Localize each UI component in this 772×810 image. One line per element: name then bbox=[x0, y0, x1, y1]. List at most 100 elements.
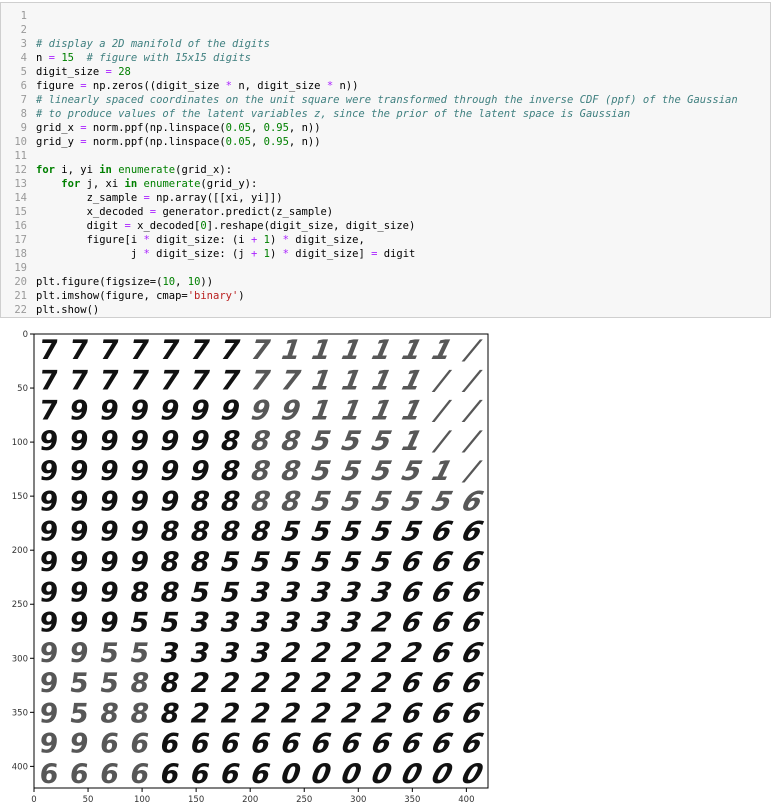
code-text: figure[i * digit_size: (i + 1) * digit_s… bbox=[36, 234, 365, 246]
code-cell[interactable]: 1 2 3 # display a 2D manifold of the digits… bbox=[0, 2, 771, 318]
code-line: 19 bbox=[1, 261, 771, 275]
line-number: 1 bbox=[20, 10, 27, 22]
code-line: 15 x_decoded = generator.predict(z_sampl… bbox=[1, 205, 771, 219]
code-text: z_sample = np.array([[xi, yi]]) bbox=[36, 192, 283, 204]
x-tick-label: 300 bbox=[350, 795, 366, 805]
code-text: digit_size = 28 bbox=[36, 66, 131, 78]
y-tick-label: 250 bbox=[12, 600, 28, 610]
digit-cell: 9 bbox=[38, 608, 60, 639]
code-line: 9 grid_x = norm.ppf(np.linspace(0.05, 0.9… bbox=[1, 121, 771, 135]
line-number: 10 bbox=[14, 136, 27, 148]
code-text: digit = x_decoded[0].reshape(digit_size,… bbox=[36, 220, 416, 232]
y-tick-label: 150 bbox=[12, 492, 28, 502]
line-number: 5 bbox=[20, 66, 27, 78]
code-editor[interactable]: 1 2 3 # display a 2D manifold of the digits… bbox=[1, 9, 771, 317]
x-tick-label: 250 bbox=[296, 795, 312, 805]
line-number: 15 bbox=[14, 206, 27, 218]
line-number: 11 bbox=[14, 150, 27, 162]
code-text: plt.show() bbox=[36, 304, 100, 316]
digit-cell: 9 bbox=[38, 577, 60, 608]
code-text: grid_y = norm.ppf(np.linspace(0.05, 0.95… bbox=[36, 136, 321, 148]
code-line: 8 # to produce values of the latent varia… bbox=[1, 107, 771, 121]
digit-cell: 7 bbox=[38, 396, 60, 427]
code-line: 1 bbox=[1, 9, 771, 23]
digit-cell: 7 bbox=[38, 365, 60, 396]
line-number: 17 bbox=[14, 234, 27, 246]
code-text: grid_x = norm.ppf(np.linspace(0.05, 0.95… bbox=[36, 122, 321, 134]
line-number: 13 bbox=[14, 178, 27, 190]
x-tick-label: 100 bbox=[134, 795, 150, 805]
x-tick-label: 200 bbox=[242, 795, 258, 805]
digit-cell: 9 bbox=[38, 668, 60, 699]
line-number: 21 bbox=[14, 290, 27, 302]
code-line: 4 n = 15 # figure with 15x15 digits bbox=[1, 51, 771, 65]
y-tick-label: 50 bbox=[17, 384, 28, 394]
x-tick-label: 150 bbox=[188, 795, 204, 805]
y-tick-label: 400 bbox=[12, 762, 28, 772]
line-number: 3 bbox=[20, 38, 27, 50]
x-tick-label: 350 bbox=[404, 795, 420, 805]
y-axis: 0 50 100 150 200 250 300 350 400 bbox=[12, 330, 34, 772]
line-number: 20 bbox=[14, 276, 27, 288]
code-line: 17 figure[i * digit_size: (i + 1) * digi… bbox=[1, 233, 771, 247]
code-line: 7 # linearly spaced coordinates on the un… bbox=[1, 93, 771, 107]
digit-cell: 7 bbox=[38, 335, 60, 366]
code-text: n = 15 # figure with 15x15 digits bbox=[36, 52, 251, 64]
line-number: 9 bbox=[20, 122, 27, 134]
line-number: 19 bbox=[14, 262, 27, 274]
line-number: 8 bbox=[20, 108, 27, 120]
line-number: 12 bbox=[14, 164, 27, 176]
code-line: 22 plt.show() bbox=[1, 303, 771, 317]
digit-cell: 9 bbox=[38, 456, 60, 487]
digit-cell: 9 bbox=[38, 487, 60, 518]
imshow-plot: 7 7 7 7 7 7 7 7 1 1 1111/7 7 7 7 7 7 7 7 7 1 111//7 9 9 9 9 9 9 9 9 1… bbox=[12, 330, 490, 805]
line-number: 18 bbox=[14, 248, 27, 260]
code-text: j * digit_size: (j + 1) * digit_size] = … bbox=[36, 248, 416, 260]
y-tick-label: 100 bbox=[12, 438, 28, 448]
code-line: 5 digit_size = 28 bbox=[1, 65, 771, 79]
code-text: # to produce values of the latent variab… bbox=[36, 108, 631, 120]
code-text: # display a 2D manifold of the digits bbox=[36, 38, 270, 50]
code-text: for j, xi in enumerate(grid_y): bbox=[61, 178, 258, 190]
digit-cell: 9 bbox=[38, 698, 60, 729]
code-text: for i, yi in enumerate(grid_x): bbox=[36, 164, 233, 176]
digit-cell: 9 bbox=[38, 426, 60, 457]
x-axis: 0 50 100 150 200 250 300 350 400 bbox=[31, 788, 474, 805]
digit-cell: 9 bbox=[38, 638, 60, 669]
line-number: 7 bbox=[20, 94, 27, 106]
code-line: 20 plt.figure(figsize=(10, 10)) bbox=[1, 275, 771, 289]
output-figure: 7 7 7 7 7 7 7 7 1 1 1 1 1 1/7 7 7 7 7 7 7 7 7 1 1 1 1//7 9 9 9 9 9 9 9 9 1… bbox=[0, 322, 772, 806]
code-text: # linearly spaced coordinates on the uni… bbox=[36, 94, 738, 106]
x-tick-label: 0 bbox=[31, 795, 36, 805]
y-tick-label: 200 bbox=[12, 546, 28, 556]
code-line: 14 z_sample = np.array([[xi, yi]]) bbox=[1, 191, 771, 205]
digit-cell: 9 bbox=[38, 517, 60, 548]
code-line: 16 digit = x_decoded[0].reshape(digit_si… bbox=[1, 219, 771, 233]
line-number: 2 bbox=[20, 24, 27, 36]
code-line: 11 bbox=[1, 149, 771, 163]
code-line: 6 figure = np.zeros((digit_size * n, digi… bbox=[1, 79, 771, 93]
x-tick-label: 50 bbox=[83, 795, 94, 805]
code-text: figure = np.zeros((digit_size * n, digit… bbox=[36, 80, 359, 92]
line-number: 4 bbox=[20, 52, 27, 64]
code-line: 13 for j, xi in enumerate(grid_y): bbox=[1, 177, 771, 191]
code-text: plt.figure(figsize=(10, 10)) bbox=[36, 276, 214, 288]
code-line: 21 plt.imshow(figure, cmap='binary') bbox=[1, 289, 771, 303]
line-number: 16 bbox=[14, 220, 27, 232]
digit-cell: 9 bbox=[38, 729, 60, 760]
code-line: 2 bbox=[1, 23, 771, 37]
code-text: plt.imshow(figure, cmap='binary') bbox=[36, 290, 245, 302]
line-number: 6 bbox=[20, 80, 27, 92]
digit-cell: 9 bbox=[38, 547, 60, 578]
code-line: 18 j * digit_size: (j + 1) * digit_size]… bbox=[1, 247, 771, 261]
code-line: 3 # display a 2D manifold of the digits bbox=[1, 37, 771, 51]
y-tick-label: 0 bbox=[23, 330, 28, 340]
y-tick-label: 300 bbox=[12, 654, 28, 664]
code-line: 12 for i, yi in enumerate(grid_x): bbox=[1, 163, 771, 177]
x-tick-label: 400 bbox=[458, 795, 474, 805]
code-line: 10 grid_y = norm.ppf(np.linspace(0.05, 0.… bbox=[1, 135, 771, 149]
digit-cell: 6 bbox=[38, 759, 60, 790]
line-number: 14 bbox=[14, 192, 27, 204]
y-tick-label: 350 bbox=[12, 708, 28, 718]
line-number: 22 bbox=[14, 304, 27, 316]
